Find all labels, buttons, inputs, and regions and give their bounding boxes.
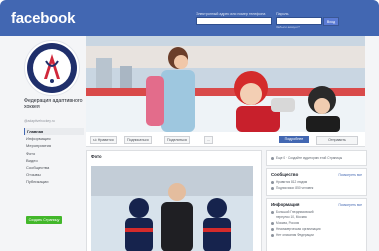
team-photo-illustration — [91, 166, 253, 251]
photos-section: Фото — [86, 150, 262, 251]
follow-button[interactable]: Подписаться — [124, 136, 152, 144]
nav-item-reviews[interactable]: Отзывы — [24, 171, 84, 178]
password-label: Пароль — [276, 12, 289, 16]
info-city: Москва, Россия — [271, 221, 299, 225]
password-field[interactable] — [276, 17, 322, 25]
more-button[interactable]: ... — [204, 136, 213, 144]
map-icon — [271, 221, 274, 225]
community-see-all-link[interactable]: Посмотреть все — [339, 173, 362, 177]
page-title[interactable]: Федерация адаптивного хоккея — [24, 98, 84, 111]
like-icon — [271, 180, 274, 184]
nav-item-photos[interactable]: Фото — [24, 150, 84, 157]
info-description: Нет описания Федерации — [271, 233, 314, 237]
team-photo[interactable] — [91, 166, 253, 251]
community-likes: Нравится 812 людям — [271, 180, 307, 184]
category-icon — [271, 227, 274, 231]
community-followers: Подписчики: 850 человек — [271, 186, 313, 190]
nav-item-videos[interactable]: Видео — [24, 157, 84, 164]
info-card: Информация Посмотреть все Большой Гнездн… — [266, 198, 367, 251]
federation-logo-icon — [27, 43, 77, 93]
share-label: Поделиться — [167, 138, 187, 142]
info-category: Некоммерческая организация — [271, 227, 321, 231]
nav-item-posts[interactable]: Публикации — [24, 178, 84, 185]
info-address-line2: переулок 10, Москва — [276, 215, 307, 219]
follower-icon — [271, 186, 274, 190]
nav-item-groups[interactable]: Сообщества — [24, 164, 84, 171]
info-see-all-link[interactable]: Посмотреть все — [339, 203, 362, 207]
cover-photo[interactable] — [86, 36, 365, 132]
browser-window: facebook Электронный адрес или номер тел… — [0, 0, 379, 251]
nav-item-home[interactable]: Главная — [24, 128, 84, 136]
info-title: Информация — [271, 202, 300, 207]
info-icon — [271, 156, 274, 160]
create-page-button[interactable]: Создать Страницу — [26, 216, 62, 224]
page-navigation: Главная Информация Мероприятия Фото Виде… — [24, 128, 84, 186]
login-button[interactable]: Вход — [323, 17, 339, 26]
login-label: Электронный адрес или номер телефона — [196, 12, 266, 16]
photos-title[interactable]: Фото — [91, 154, 102, 159]
page-avatar[interactable] — [24, 40, 80, 96]
audience-card: Еще 0 · Создайте аудиторию этой Страницы — [266, 150, 367, 166]
location-icon — [271, 210, 274, 214]
like-label: Нравится — [97, 138, 114, 142]
description-icon — [271, 233, 274, 237]
learn-more-button[interactable]: Подробнее — [279, 135, 309, 143]
nav-item-events[interactable]: Мероприятия — [24, 142, 84, 149]
page-handle[interactable]: @adaptivehockey.ru — [24, 119, 55, 123]
page-action-bar: 👍︎ Нравится Подписаться Поделиться ... П… — [86, 132, 365, 147]
email-field[interactable] — [196, 17, 272, 25]
info-address-line1: Большой Гнездниковский — [271, 210, 314, 214]
hockey-cover-illustration — [86, 36, 365, 132]
nav-item-info[interactable]: Информация — [24, 135, 84, 142]
send-message-button[interactable]: Отправить — [316, 135, 358, 145]
follow-label: Подписаться — [127, 138, 149, 142]
left-sidebar: Федерация адаптивного хоккея @adaptiveho… — [16, 36, 84, 251]
share-button[interactable]: Поделиться — [164, 136, 190, 144]
right-sidebar: Еще 0 · Создайте аудиторию этой Страницы… — [266, 150, 367, 251]
audience-text: Еще 0 · Создайте аудиторию этой Страницы — [271, 156, 342, 160]
like-button[interactable]: 👍︎ Нравится — [90, 136, 117, 144]
community-card: Сообщество Посмотреть все Нравится 812 л… — [266, 168, 367, 196]
facebook-logo[interactable]: facebook — [11, 10, 75, 27]
top-navigation-bar: facebook Электронный адрес или номер тел… — [0, 0, 379, 36]
community-title: Сообщество — [271, 172, 299, 177]
forgot-account-link[interactable]: Забыли аккаунт? — [276, 25, 300, 29]
like-icon: 👍︎ — [93, 138, 97, 142]
